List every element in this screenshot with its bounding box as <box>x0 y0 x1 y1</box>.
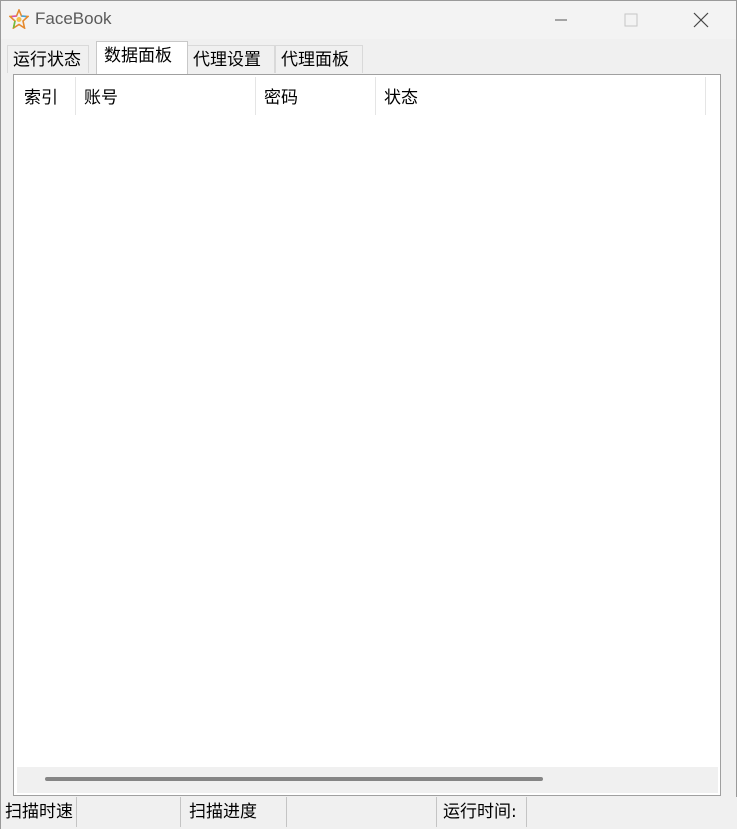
title-bar[interactable]: FaceBook <box>1 1 736 39</box>
close-icon <box>693 12 709 28</box>
run-time-label: 运行时间: <box>437 797 527 827</box>
maximize-button[interactable] <box>596 1 666 39</box>
tab-proxy-panel[interactable]: 代理面板 <box>275 45 363 73</box>
scrollbar-thumb[interactable] <box>45 777 543 781</box>
window-title: FaceBook <box>35 9 112 28</box>
column-header-password[interactable]: 密码 <box>256 77 376 115</box>
data-table[interactable]: 索引 账号 密码 状态 <box>16 77 718 793</box>
table-header: 索引 账号 密码 状态 <box>16 77 718 115</box>
close-button[interactable] <box>666 1 736 39</box>
column-header-index[interactable]: 索引 <box>16 77 76 115</box>
data-panel: 索引 账号 密码 状态 <box>13 74 721 796</box>
minimize-icon <box>555 19 567 21</box>
column-header-status[interactable]: 状态 <box>376 77 706 115</box>
status-bar: 扫描时速 扫描进度 运行时间: <box>1 797 737 829</box>
scan-progress-value <box>287 797 437 827</box>
horizontal-scrollbar[interactable] <box>17 767 718 793</box>
column-header-account[interactable]: 账号 <box>76 77 256 115</box>
tab-data-panel[interactable]: 数据面板 <box>96 41 188 74</box>
scan-speed-label: 扫描时速 <box>1 797 77 827</box>
scan-progress-label: 扫描进度 <box>181 797 287 827</box>
app-window: FaceBook 运行状态 数据面板 代理设置 代理面板 索引 账号 密码 状态… <box>0 0 737 829</box>
tab-run-status[interactable]: 运行状态 <box>7 45 89 73</box>
minimize-button[interactable] <box>526 1 596 39</box>
maximize-icon <box>624 13 638 27</box>
scan-speed-value <box>77 797 181 827</box>
tab-proxy-settings[interactable]: 代理设置 <box>187 45 275 73</box>
run-time-value <box>527 797 735 827</box>
star-icon <box>9 9 29 29</box>
